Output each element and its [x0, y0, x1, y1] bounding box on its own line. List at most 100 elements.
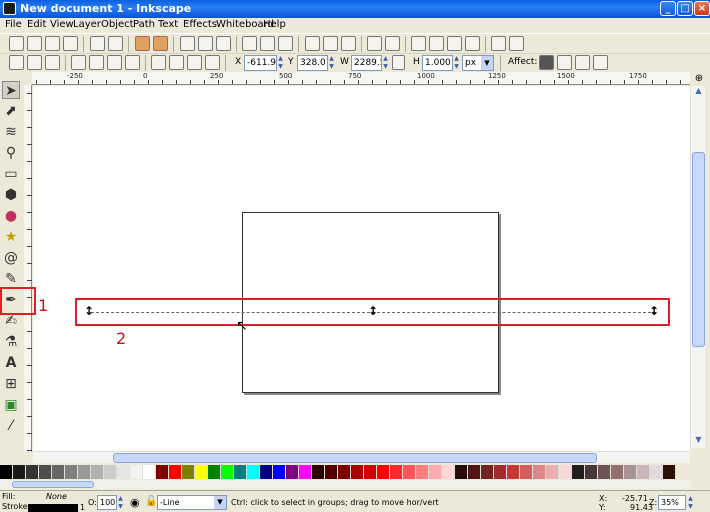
select-all-layers-icon[interactable] [27, 55, 42, 70]
palette-swatch[interactable] [169, 465, 182, 479]
palette-swatch[interactable] [559, 465, 572, 479]
horizontal-scrollbar[interactable] [33, 451, 690, 463]
palette-swatch[interactable] [481, 465, 494, 479]
palette-swatch[interactable] [39, 465, 52, 479]
menu-view[interactable]: View [50, 19, 74, 30]
snap-toggle-icon[interactable]: ⊕ [692, 73, 706, 86]
palette-swatch[interactable] [585, 465, 598, 479]
x-spin-arrows[interactable]: ▲ ▼ [277, 55, 284, 71]
preferences-icon[interactable] [491, 36, 506, 51]
move-patterns-icon[interactable] [593, 55, 608, 70]
fill-value[interactable]: None [46, 492, 67, 501]
rotate-cw-icon[interactable] [89, 55, 104, 70]
palette-swatch[interactable] [117, 465, 130, 479]
palette-swatch[interactable] [663, 465, 676, 479]
menu-path[interactable]: Path [133, 19, 155, 30]
export-icon[interactable] [108, 36, 123, 51]
palette-swatch[interactable] [351, 465, 364, 479]
palette-swatch[interactable] [364, 465, 377, 479]
text-icon[interactable]: A [2, 354, 20, 372]
palette-swatch[interactable] [377, 465, 390, 479]
lower-icon[interactable] [187, 55, 202, 70]
palette-swatch[interactable] [546, 465, 559, 479]
lower-to-bottom-icon[interactable] [205, 55, 220, 70]
palette-swatch[interactable] [312, 465, 325, 479]
palette-swatch[interactable] [156, 465, 169, 479]
ungroup-icon[interactable] [385, 36, 400, 51]
palette-swatch[interactable] [221, 465, 234, 479]
flip-vertical-icon[interactable] [125, 55, 140, 70]
cut-icon[interactable] [198, 36, 213, 51]
layer-select[interactable]: -Line ▼ [157, 495, 227, 510]
h-spin-arrows[interactable]: ▲ ▼ [453, 55, 460, 71]
selector-icon[interactable]: ➤ [2, 81, 20, 99]
w-spin-arrows[interactable]: ▲ ▼ [382, 55, 389, 71]
palette-swatch[interactable] [91, 465, 104, 479]
palette-swatch[interactable] [598, 465, 611, 479]
duplicate-icon[interactable] [305, 36, 320, 51]
move-gradients-icon[interactable] [575, 55, 590, 70]
scale-handle-left[interactable]: ↕ [84, 305, 94, 317]
pencil-icon[interactable]: ✎ [2, 270, 20, 288]
palette-swatch[interactable] [260, 465, 273, 479]
palette-swatch[interactable] [286, 465, 299, 479]
scale-corners-icon[interactable] [557, 55, 572, 70]
ellipse-icon[interactable]: ● [2, 207, 20, 225]
palette-swatch[interactable] [26, 465, 39, 479]
zoom-input[interactable]: 35% [658, 495, 686, 510]
xml-editor-icon[interactable] [447, 36, 462, 51]
zoom-icon[interactable]: ⚲ [2, 144, 20, 162]
palette-swatch[interactable] [429, 465, 442, 479]
unit-select[interactable]: px ▼ [462, 55, 494, 71]
spiral-icon[interactable]: @ [2, 249, 20, 267]
zoom-page-icon[interactable] [278, 36, 293, 51]
y-spin-arrows[interactable]: ▲ ▼ [328, 55, 335, 71]
palette-swatch[interactable] [65, 465, 78, 479]
palette-scrollbar[interactable] [0, 480, 690, 489]
palette-swatch[interactable] [104, 465, 117, 479]
fill-stroke-icon[interactable] [411, 36, 426, 51]
palette-swatch[interactable] [247, 465, 260, 479]
menu-help[interactable]: Help [263, 19, 286, 30]
stroke-swatch[interactable] [28, 504, 78, 512]
connector-icon[interactable]: ⊞ [2, 375, 20, 393]
palette-swatch[interactable] [572, 465, 585, 479]
palette-swatch[interactable] [338, 465, 351, 479]
visibility-eye-icon[interactable]: ◉ [130, 496, 140, 509]
star-icon[interactable]: ★ [2, 228, 20, 246]
close-button[interactable]: × [694, 1, 710, 16]
palette-swatch[interactable] [182, 465, 195, 479]
palette-swatch[interactable] [390, 465, 403, 479]
text-font-icon[interactable] [429, 36, 444, 51]
palette-swatch[interactable] [468, 465, 481, 479]
opacity-input[interactable]: 100 [97, 495, 117, 510]
vertical-scrollbar[interactable]: ▲ ▼ [690, 86, 705, 448]
new-document-icon[interactable] [9, 36, 24, 51]
palette-swatch[interactable] [195, 465, 208, 479]
zoom-drawing-icon[interactable] [260, 36, 275, 51]
minimize-button[interactable]: _ [660, 1, 676, 16]
zoom-spin-arrows[interactable]: ▲ ▼ [687, 495, 694, 510]
menu-effects[interactable]: Effects [183, 19, 217, 30]
palette-swatch[interactable] [650, 465, 663, 479]
print-icon[interactable] [63, 36, 78, 51]
undo-icon[interactable] [135, 36, 150, 51]
palette-swatch[interactable] [416, 465, 429, 479]
palette-swatch[interactable] [533, 465, 546, 479]
scroll-up-icon[interactable]: ▲ [692, 86, 705, 98]
palette-swatch[interactable] [234, 465, 247, 479]
menu-layer[interactable]: Layer [73, 19, 101, 30]
document-properties-icon[interactable] [509, 36, 524, 51]
align-distribute-icon[interactable] [465, 36, 480, 51]
palette-swatch[interactable] [442, 465, 455, 479]
menu-object[interactable]: Object [101, 19, 134, 30]
palette-swatch[interactable] [143, 465, 156, 479]
palette-swatch[interactable] [624, 465, 637, 479]
palette-scroll-thumb[interactable] [12, 481, 94, 488]
3dbox-icon[interactable]: ⬢ [2, 186, 20, 204]
palette-swatch[interactable] [494, 465, 507, 479]
palette-swatch[interactable] [403, 465, 416, 479]
clone-icon[interactable] [323, 36, 338, 51]
palette-swatch[interactable] [299, 465, 312, 479]
horizontal-scroll-thumb[interactable] [113, 453, 597, 463]
